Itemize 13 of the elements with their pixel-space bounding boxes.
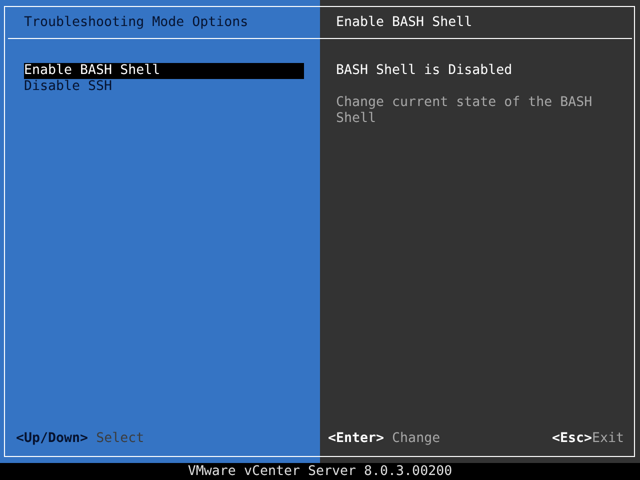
panel-title: Troubleshooting Mode Options (23, 15, 250, 31)
description-text: Change current state of the BASH Shell (336, 95, 594, 127)
panel-title: Enable BASH Shell (335, 15, 474, 31)
status-text: BASH Shell is Disabled (335, 63, 514, 79)
key-action: Exit (592, 431, 624, 447)
menu-item[interactable]: Disable SSH (24, 79, 304, 95)
status-bar: VMware vCenter Server 8.0.3.00200 (0, 463, 640, 480)
key-label: <Esc> (552, 431, 592, 447)
key-action: Select (96, 431, 144, 447)
menu-item[interactable]: Enable BASH Shell (24, 63, 304, 79)
key-label: <Enter> (328, 431, 384, 447)
key-action: Change (392, 431, 440, 447)
key-label: <Up/Down> (16, 431, 88, 447)
